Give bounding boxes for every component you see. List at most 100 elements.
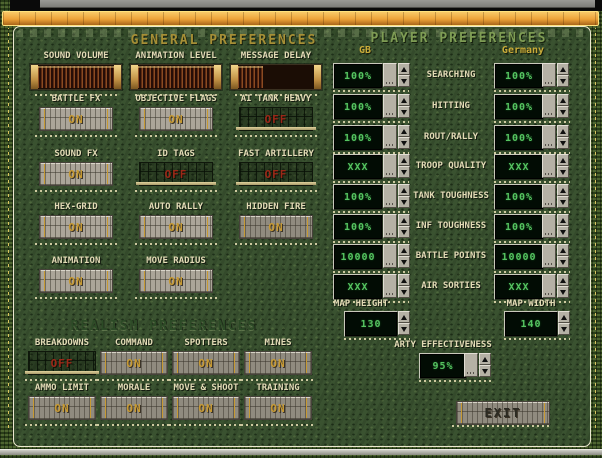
ammo-limit-toggle[interactable]: ON — [28, 396, 96, 420]
up-arrow[interactable] — [557, 94, 569, 106]
underline-dots — [494, 121, 570, 123]
up-arrow[interactable] — [479, 353, 491, 365]
exit-button-label: EXIT — [485, 406, 522, 420]
preferences-screen: GENERAL PREFERENCES PLAYER PREFERENCES R… — [0, 0, 602, 458]
germany-inf-toughness-spin-button[interactable] — [542, 214, 556, 238]
breakdowns-value: OFF — [51, 357, 74, 370]
exit-button[interactable]: EXIT — [456, 401, 550, 425]
ai-tank-heavy-toggle[interactable]: OFF — [239, 107, 313, 131]
down-arrow[interactable] — [557, 166, 569, 178]
message-delay-cell: MESSAGE DELAY — [226, 51, 326, 96]
underline-dots — [135, 243, 217, 245]
down-arrow[interactable] — [557, 286, 569, 298]
down-arrow[interactable] — [479, 365, 491, 377]
gb-inf-toughness-spin-button[interactable] — [383, 214, 397, 238]
up-arrow[interactable] — [557, 63, 569, 75]
up-arrow[interactable] — [557, 274, 569, 286]
sound-volume-slider[interactable] — [30, 64, 122, 90]
battle-fx-toggle[interactable]: ON — [39, 107, 113, 131]
gb-battle-points-value: 10000 — [333, 244, 383, 270]
realism-preferences-title: REALISM PREFERENCES — [14, 319, 314, 334]
spotters-toggle[interactable]: ON — [172, 351, 240, 375]
down-arrow[interactable] — [557, 137, 569, 149]
gb-hitting-spin-button[interactable] — [383, 94, 397, 118]
up-arrow[interactable] — [558, 311, 570, 323]
germany-searching-spin-button[interactable] — [542, 63, 556, 87]
ai-tank-heavy-cell: AI TANK HEAVY OFF — [226, 94, 326, 137]
training-cell: TRAINING ON — [242, 383, 314, 426]
ai-tank-heavy-value: OFF — [265, 113, 288, 126]
breakdowns-toggle[interactable]: OFF — [28, 351, 96, 375]
down-arrow[interactable] — [557, 106, 569, 118]
ai-tank-heavy-label: AI TANK HEAVY — [241, 94, 311, 104]
fast-artillery-value: OFF — [265, 168, 288, 181]
objective-flags-cell: OBJECTIVE FLAGS ON — [126, 94, 226, 137]
arty-effectiveness-spin-button[interactable] — [464, 353, 478, 377]
sound-volume-label: SOUND VOLUME — [43, 51, 108, 61]
sound-fx-toggle[interactable]: ON — [39, 162, 113, 186]
germany-tank-toughness-spin-button[interactable] — [542, 184, 556, 208]
command-value: ON — [126, 357, 141, 370]
up-arrow[interactable] — [557, 154, 569, 166]
germany-troop-quality-spin-button[interactable] — [542, 154, 556, 178]
gb-air-sorties-spin-button[interactable] — [383, 274, 397, 298]
gb-searching-spin-button[interactable] — [383, 63, 397, 87]
animation-level-slider[interactable] — [130, 64, 222, 90]
auto-rally-cell: AUTO RALLY ON — [126, 202, 226, 245]
inf-toughness-label: INF TOUGHNESS — [409, 221, 493, 231]
auto-rally-toggle[interactable]: ON — [139, 215, 213, 239]
down-arrow[interactable] — [557, 226, 569, 238]
id-tags-cell: ID TAGS OFF — [126, 149, 226, 192]
germany-rout-rally-spin-button[interactable] — [542, 125, 556, 149]
battle-fx-label: BATTLE FX — [52, 94, 101, 104]
mines-toggle[interactable]: ON — [244, 351, 312, 375]
germany-inf-toughness-value: 100% — [494, 214, 544, 240]
up-arrow[interactable] — [557, 244, 569, 256]
spotters-value: ON — [198, 357, 213, 370]
move-radius-cell: MOVE RADIUS ON — [126, 256, 226, 299]
gb-tank-toughness-spin-button[interactable] — [383, 184, 397, 208]
underline-dots — [333, 271, 409, 273]
gb-battle-points-spin-button[interactable] — [383, 244, 397, 268]
animation-toggle[interactable]: ON — [39, 269, 113, 293]
germany-air-sorties-value: XXX — [494, 274, 544, 300]
arty-effectiveness-value: 95% — [419, 353, 467, 379]
command-toggle[interactable]: ON — [100, 351, 168, 375]
training-toggle[interactable]: ON — [244, 396, 312, 420]
down-arrow[interactable] — [398, 323, 410, 335]
hidden-fire-toggle[interactable]: ON — [239, 215, 313, 239]
objective-flags-toggle[interactable]: ON — [139, 107, 213, 131]
move-radius-toggle[interactable]: ON — [139, 269, 213, 293]
underline-dots — [169, 424, 243, 426]
mines-cell: MINES ON — [242, 338, 314, 381]
move-and-shoot-cell: MOVE & SHOOT ON — [170, 383, 242, 426]
underline-dots — [97, 424, 171, 426]
gb-troop-quality-spin-button[interactable] — [383, 154, 397, 178]
hidden-fire-cell: HIDDEN FIRE ON — [226, 202, 326, 245]
underline-dots — [235, 243, 317, 245]
germany-battle-points-spin-button[interactable] — [542, 244, 556, 268]
fast-artillery-toggle[interactable]: OFF — [239, 162, 313, 186]
up-arrow[interactable] — [557, 214, 569, 226]
bottom-window-strip — [0, 449, 602, 455]
message-delay-slider[interactable] — [230, 64, 322, 90]
move-and-shoot-toggle[interactable]: ON — [172, 396, 240, 420]
up-arrow[interactable] — [557, 125, 569, 137]
germany-air-sorties-spin-button[interactable] — [542, 274, 556, 298]
germany-hitting-spin-button[interactable] — [542, 94, 556, 118]
morale-toggle[interactable]: ON — [100, 396, 168, 420]
up-arrow[interactable] — [557, 184, 569, 196]
id-tags-toggle[interactable]: OFF — [139, 162, 213, 186]
down-arrow[interactable] — [557, 196, 569, 208]
underline-dots — [333, 121, 409, 123]
searching-label: SEARCHING — [409, 70, 493, 80]
down-arrow[interactable] — [557, 256, 569, 268]
down-arrow[interactable] — [557, 75, 569, 87]
hex-grid-cell: HEX-GRID ON — [26, 202, 126, 245]
up-arrow[interactable] — [398, 311, 410, 323]
battle-fx-cell: BATTLE FX ON — [26, 94, 126, 137]
hex-grid-label: HEX-GRID — [54, 202, 97, 212]
down-arrow[interactable] — [558, 323, 570, 335]
gb-rout-rally-spin-button[interactable] — [383, 125, 397, 149]
hex-grid-toggle[interactable]: ON — [39, 215, 113, 239]
